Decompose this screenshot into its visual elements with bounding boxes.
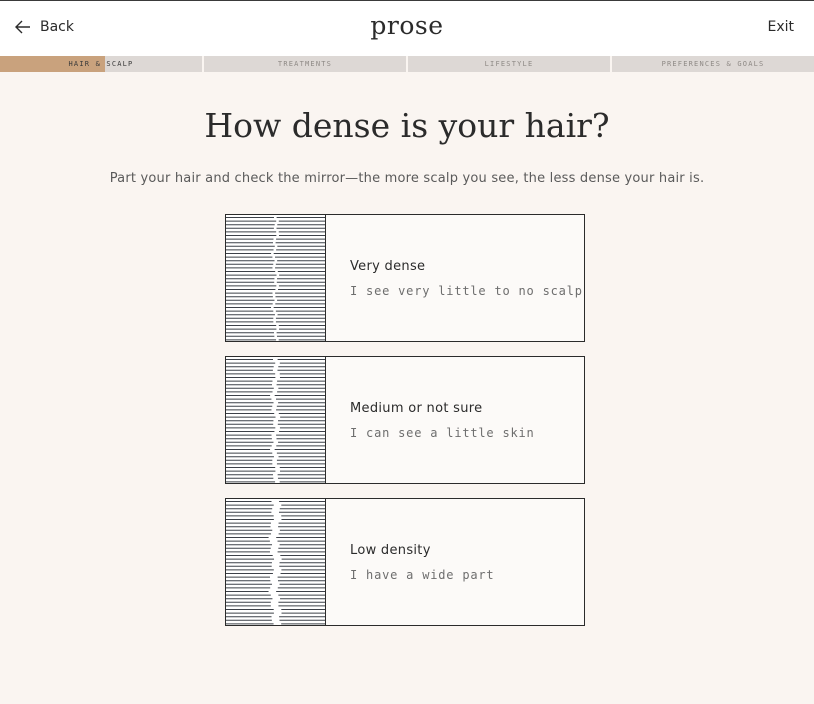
- back-label: Back: [40, 19, 74, 35]
- low-density-hair-icon: [226, 499, 326, 625]
- dense-hair-icon: [226, 215, 326, 341]
- progress-step-lifestyle: LIFESTYLE: [408, 56, 610, 72]
- progress-step-preferences-goals: PREFERENCES & GOALS: [612, 56, 814, 72]
- progress-step-treatments: TREATMENTS: [204, 56, 406, 72]
- medium-hair-icon: [226, 357, 326, 483]
- option-description: I have a wide part: [350, 567, 495, 582]
- option-label: Very dense: [350, 258, 426, 274]
- arrow-left-icon: [15, 20, 30, 34]
- progress-step-label: TREATMENTS: [277, 60, 333, 68]
- progress-step-hair-scalp: HAIR & SCALP: [0, 56, 202, 72]
- progress-step-label: PREFERENCES & GOALS: [661, 60, 765, 68]
- question-title: How dense is your hair?: [204, 106, 610, 145]
- back-button[interactable]: Back: [14, 18, 74, 36]
- option-very-dense[interactable]: Very dense I see very little to no scalp: [225, 214, 585, 342]
- option-low-density[interactable]: Low density I have a wide part: [225, 498, 585, 626]
- option-description: I can see a little skin: [350, 425, 535, 440]
- top-bar: Back prose Exit: [0, 0, 814, 56]
- exit-button[interactable]: Exit: [767, 19, 794, 35]
- progress-bar: HAIR & SCALP TREATMENTS LIFESTYLE PREFER…: [0, 56, 814, 72]
- progress-step-label: LIFESTYLE: [484, 60, 534, 68]
- progress-step-label: HAIR & SCALP: [68, 60, 134, 68]
- option-medium-or-not-sure[interactable]: Medium or not sure I can see a little sk…: [225, 356, 585, 484]
- question-subtitle: Part your hair and check the mirror—the …: [109, 171, 705, 186]
- prose-logo: prose: [370, 11, 444, 40]
- option-description: I see very little to no scalp: [350, 283, 583, 298]
- option-label: Low density: [350, 542, 431, 558]
- option-label: Medium or not sure: [350, 400, 483, 416]
